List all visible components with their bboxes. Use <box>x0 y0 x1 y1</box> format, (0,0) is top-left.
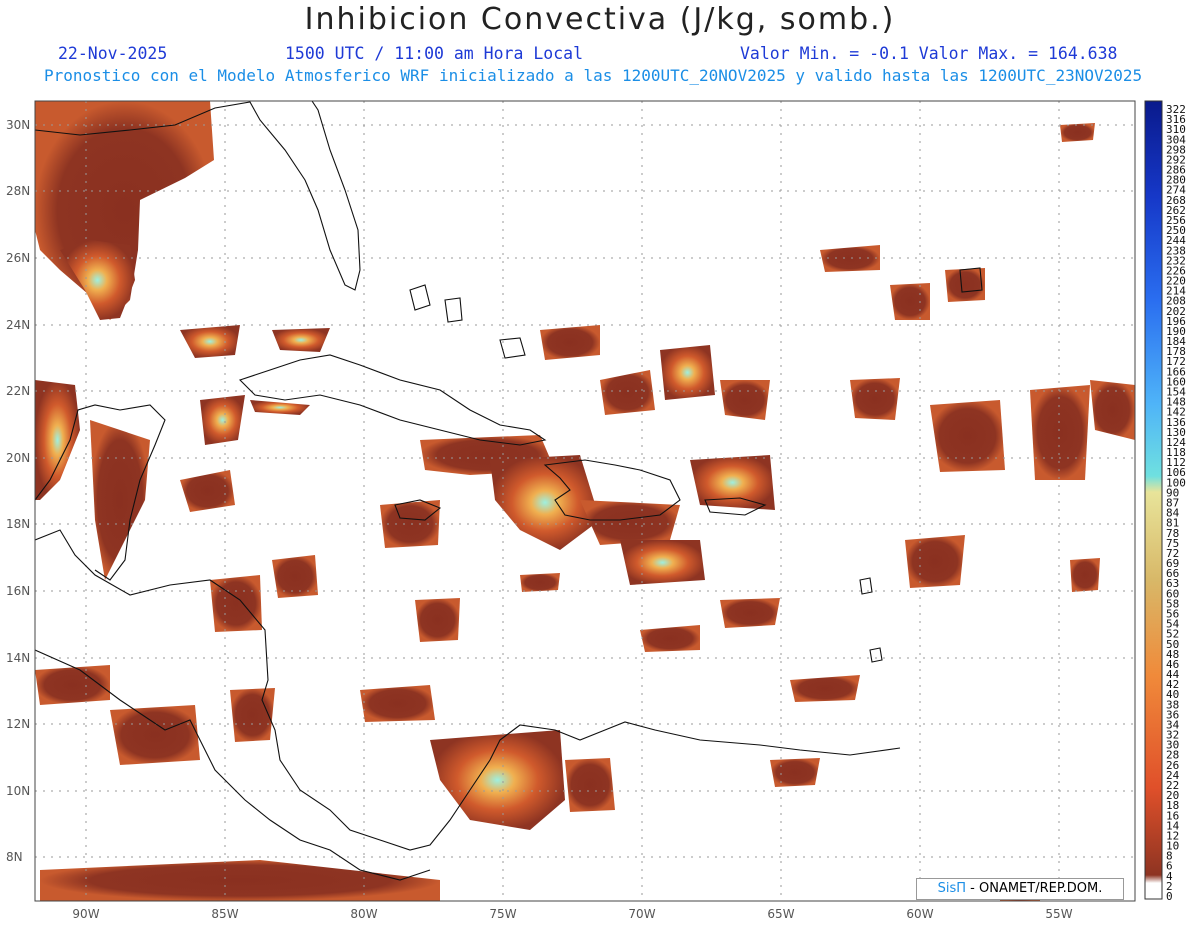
lon-label: 75W <box>489 907 516 921</box>
lat-label: 26N <box>6 251 30 265</box>
date-label: 22-Nov-2025 <box>58 44 168 63</box>
lat-axis: 30N 28N 26N 24N 22N 20N 18N 16N 14N 12N … <box>6 118 30 864</box>
lon-label: 65W <box>767 907 794 921</box>
lat-label: 16N <box>6 584 30 598</box>
cin-patch-atlantic-11 <box>1070 558 1100 592</box>
cin-patch-antilles-e <box>905 535 965 588</box>
map-title: Inhibicion Convectiva (J/kg, somb.) <box>304 2 896 37</box>
lat-label: 20N <box>6 451 30 465</box>
cin-patch-honduras-w <box>35 665 110 705</box>
credit-box: SisΠ - ONAMET/REP.DOM. <box>916 878 1124 900</box>
lat-label: 12N <box>6 717 30 731</box>
cin-patch-caribbean-w <box>415 598 460 642</box>
lat-label: 28N <box>6 184 30 198</box>
lon-label: 60W <box>906 907 933 921</box>
time-label: 1500 UTC / 11:00 am Hora Local <box>285 44 584 63</box>
credit-text: - ONAMET/REP.DOM. <box>966 881 1103 896</box>
lon-label: 70W <box>628 907 655 921</box>
lon-label: 80W <box>350 907 377 921</box>
lat-label: 10N <box>6 784 30 798</box>
cin-patch-atlantic-4 <box>930 400 1005 472</box>
cin-patch-atlantic-8 <box>945 268 985 302</box>
cin-patch-bahamas-e <box>540 325 600 360</box>
cin-patch-bahamas-w <box>272 328 330 352</box>
cin-patch-atlantic-3 <box>850 378 900 420</box>
cin-patch-atlantic-10 <box>1060 123 1095 142</box>
cin-patch-venezuela-e <box>770 758 820 787</box>
colorbar-label: 0 <box>1166 890 1173 903</box>
cin-patch-caribbean-n <box>520 573 560 592</box>
cin-patch-atlantic-1 <box>660 345 715 400</box>
colorbar-labels: 3223163103042982922862802742682622562502… <box>1166 103 1186 903</box>
credit-brand: SisΠ <box>937 881 967 896</box>
cin-patch-atlantic-2 <box>720 380 770 420</box>
lon-label: 55W <box>1045 907 1072 921</box>
min-max-label: Valor Min. = -0.1 Valor Max. = 164.638 <box>740 44 1118 63</box>
lon-label: 85W <box>211 907 238 921</box>
lat-label: 8N <box>6 850 23 864</box>
cin-patch-caribbean-ne <box>620 540 705 585</box>
lat-label: 18N <box>6 517 30 531</box>
cin-patch-venezuela-w <box>565 758 615 812</box>
cin-patch-atlantic-5 <box>1030 385 1090 480</box>
colorbar <box>1144 100 1163 900</box>
forecast-label: Pronostico con el Modelo Atmosferico WRF… <box>44 66 1143 85</box>
cin-patch-cayman-south <box>272 555 318 598</box>
cin-patch-honduras-coast <box>210 575 262 632</box>
lon-axis: 90W 85W 80W 75W 70W 65W 60W 55W <box>72 907 1072 921</box>
cin-patch-atlantic-9 <box>890 283 930 320</box>
map-canvas: 30N 28N 26N 24N 22N 20N 18N 16N 14N 12N … <box>6 100 1186 921</box>
cin-patch-nicaragua-w <box>110 705 200 765</box>
cin-patch-caribbean-e <box>720 598 780 628</box>
lat-label: 22N <box>6 384 30 398</box>
cin-patch-cuba-w <box>200 395 245 445</box>
lat-label: 30N <box>6 118 30 132</box>
lat-label: 14N <box>6 651 30 665</box>
lat-label: 24N <box>6 318 30 332</box>
cin-patch-caribbean-sw <box>360 685 435 722</box>
cin-patch-puerto-rico <box>690 455 775 510</box>
lon-label: 90W <box>72 907 99 921</box>
